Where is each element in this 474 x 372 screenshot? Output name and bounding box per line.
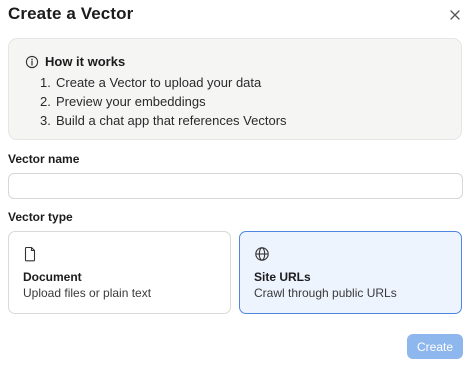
site-urls-option-description: Crawl through public URLs — [254, 286, 397, 300]
vector-type-document-option[interactable]: Document Upload files or plain text — [8, 231, 231, 314]
step-item: 1. Create a Vector to upload your data — [40, 75, 262, 90]
create-button[interactable]: Create — [407, 334, 463, 359]
vector-name-input[interactable] — [8, 173, 463, 199]
close-icon — [450, 10, 460, 20]
globe-icon — [255, 247, 269, 261]
site-urls-option-title: Site URLs — [254, 270, 311, 284]
document-icon — [24, 246, 36, 262]
document-option-description: Upload files or plain text — [23, 286, 152, 300]
dialog-title: Create a Vector — [8, 4, 134, 23]
vector-type-label: Vector type — [8, 210, 73, 224]
vector-name-label: Vector name — [8, 152, 80, 166]
info-icon — [25, 55, 39, 68]
step-item: 2. Preview your embeddings — [40, 94, 206, 109]
how-it-works-box: How it works 1. Create a Vector to upload… — [8, 38, 462, 140]
steps-list: 1. Create a Vector to upload your data 2.… — [40, 73, 287, 130]
how-it-works-title: How it works — [45, 54, 126, 69]
step-item: 3. Build a chat app that references Vecto… — [40, 113, 287, 128]
close-button[interactable] — [444, 4, 466, 26]
vector-type-site-urls-option[interactable]: Site URLs Crawl through public URLs — [239, 231, 462, 314]
document-option-title: Document — [23, 270, 82, 284]
